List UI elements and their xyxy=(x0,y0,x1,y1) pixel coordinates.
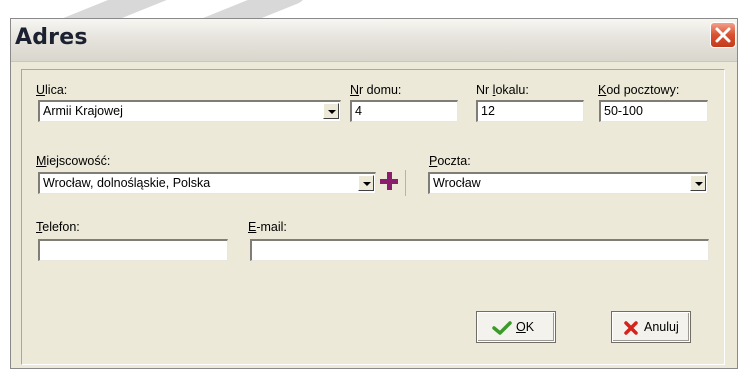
post-office-value: Wrocław xyxy=(433,176,481,190)
chevron-down-icon xyxy=(695,182,703,186)
address-dialog: Adres Ulica: Nr domu: Nr lokalu: Kod poc… xyxy=(10,18,738,369)
apartment-number-label: Nr lokalu: xyxy=(476,83,529,97)
cancel-label: Anuluj xyxy=(644,320,679,334)
postal-code-input[interactable]: 50-100 xyxy=(599,100,708,122)
house-number-label: Nr domu: xyxy=(350,83,402,97)
chevron-down-icon xyxy=(363,182,371,186)
street-dropdown-button[interactable] xyxy=(323,103,339,119)
post-office-select[interactable]: Wrocław xyxy=(428,172,708,194)
email-input[interactable] xyxy=(250,239,709,261)
phone-label: Telefon: xyxy=(36,220,80,234)
x-icon xyxy=(624,321,638,335)
phone-input[interactable] xyxy=(38,239,228,261)
ok-label: OK xyxy=(516,320,535,334)
ok-button[interactable]: OK xyxy=(476,311,556,343)
email-label: E-mail: xyxy=(248,220,287,234)
street-select[interactable]: Armii Krajowej xyxy=(38,100,341,122)
street-value: Armii Krajowej xyxy=(43,104,123,118)
post-office-dropdown-button[interactable] xyxy=(690,175,706,191)
street-label: Ulica: xyxy=(36,83,68,97)
locality-value: Wrocław, dolnośląskie, Polska xyxy=(43,176,211,190)
dialog-title: Adres xyxy=(15,25,88,50)
house-number-input[interactable]: 4 xyxy=(350,100,458,122)
title-bar: Adres xyxy=(11,19,737,62)
postal-code-label: Kod pocztowy: xyxy=(598,83,680,97)
locality-dropdown-button[interactable] xyxy=(358,175,374,191)
separator xyxy=(405,170,406,196)
locality-label: Miejscowość: xyxy=(36,154,111,168)
check-icon xyxy=(492,321,512,335)
house-number-value: 4 xyxy=(355,104,362,118)
close-button[interactable] xyxy=(710,22,736,48)
postal-code-value: 50-100 xyxy=(604,104,643,118)
add-locality-button[interactable] xyxy=(378,170,400,192)
plus-icon-vertical xyxy=(387,172,392,190)
cancel-button[interactable]: Anuluj xyxy=(611,311,691,343)
apartment-number-value: 12 xyxy=(481,104,495,118)
locality-select[interactable]: Wrocław, dolnośląskie, Polska xyxy=(38,172,376,194)
post-office-label: Poczta: xyxy=(429,154,471,168)
close-icon xyxy=(715,27,731,43)
chevron-down-icon xyxy=(328,110,336,114)
apartment-number-input[interactable]: 12 xyxy=(476,100,584,122)
